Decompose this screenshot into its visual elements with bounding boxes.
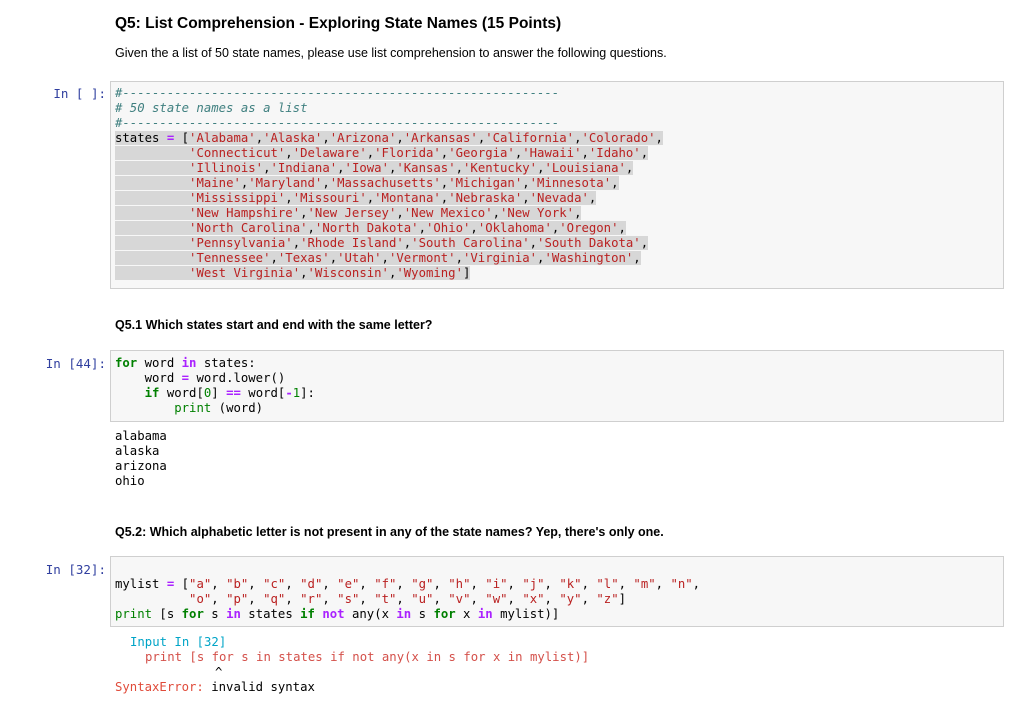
code-line: "o", "p", "q", "r", "s", "t", "u", "v", …	[189, 592, 627, 606]
code-line: 'Tennessee','Texas','Utah','Vermont','Vi…	[189, 251, 641, 265]
code-line: 'Mississippi','Missouri','Montana','Nebr…	[189, 191, 597, 205]
output-line: alabama	[115, 429, 167, 443]
code-line: print (word)	[174, 401, 264, 415]
code-line: states = ['Alabama','Alaska','Arizona','…	[115, 131, 663, 145]
code-line: word = word.lower()	[115, 371, 286, 385]
code-line: 'Illinois','Indiana','Iowa','Kansas','Ke…	[189, 161, 634, 175]
error-name: SyntaxError:	[115, 680, 204, 694]
code-cell-same-letter[interactable]: for word in states: word = word.lower() …	[110, 350, 1004, 422]
error-caret: ^	[215, 665, 223, 679]
error-code-line: print [s for s in states if not any(x in…	[145, 650, 590, 664]
code-line: print [s for s in states if not any(x in…	[115, 607, 560, 621]
code-cell-states[interactable]: #---------------------------------------…	[110, 81, 1004, 289]
error-output: Input In [32] print [s for s in states i…	[115, 635, 589, 695]
output-line: arizona	[115, 459, 167, 473]
code-line: #---------------------------------------…	[115, 86, 560, 100]
error-message: invalid syntax	[211, 680, 315, 694]
code-line: for word in states:	[115, 356, 256, 370]
cell-prompt: In [32]:	[45, 562, 106, 577]
code-line: 'Pennsylvania','Rhode Island','South Car…	[189, 236, 649, 250]
code-line: 'West Virginia','Wisconsin','Wyoming']	[189, 266, 471, 280]
code-editor[interactable]: mylist = ["a", "b", "c", "d", "e", "f", …	[115, 562, 700, 622]
selected-code-block: states = ['Alabama','Alaska','Arizona','…	[115, 131, 663, 280]
code-editor[interactable]: #---------------------------------------…	[115, 86, 663, 281]
code-line: if word[0] == word[-1]:	[144, 386, 315, 400]
code-editor[interactable]: for word in states: word = word.lower() …	[115, 356, 315, 416]
code-line: mylist = ["a", "b", "c", "d", "e", "f", …	[115, 577, 701, 591]
code-line: 'New Hampshire','New Jersey','New Mexico…	[189, 206, 582, 220]
output-line: alaska	[115, 444, 160, 458]
question-5-1: Q5.1 Which states start and end with the…	[115, 318, 433, 332]
cell-prompt: In [44]:	[45, 356, 106, 371]
code-line: 'Maine','Maryland','Massachusetts','Mich…	[189, 176, 619, 190]
output-line: ohio	[115, 474, 145, 488]
intro-text: Given the a list of 50 state names, plea…	[115, 46, 667, 60]
error-input-ref: Input In [32]	[130, 635, 227, 649]
code-cell-missing-letter[interactable]: mylist = ["a", "b", "c", "d", "e", "f", …	[110, 556, 1004, 627]
code-line: 'Connecticut','Delaware','Florida','Geor…	[189, 146, 649, 160]
code-line: # 50 state names as a list	[115, 101, 308, 115]
cell-prompt: In [ ]:	[53, 86, 106, 101]
cell-output: alabama alaska arizona ohio	[115, 429, 167, 489]
code-line: 'North Carolina','North Dakota','Ohio','…	[189, 221, 626, 235]
code-line: #---------------------------------------…	[115, 116, 560, 130]
section-title: Q5: List Comprehension - Exploring State…	[115, 15, 562, 32]
question-5-2: Q5.2: Which alphabetic letter is not pre…	[115, 525, 664, 539]
